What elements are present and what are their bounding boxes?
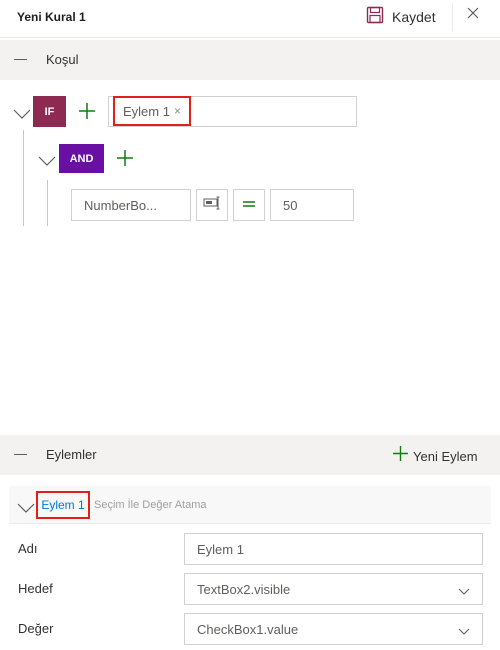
chevron-down-icon[interactable] — [38, 153, 56, 171]
condition-field-input[interactable]: NumberBo... — [71, 189, 191, 221]
equals-icon — [242, 196, 256, 214]
action-name: Eylem 1 — [41, 498, 85, 512]
field-picker-button[interactable] — [196, 189, 228, 221]
save-label: Kaydet — [392, 9, 436, 25]
actions-section-title: Eylemler — [46, 447, 97, 462]
save-icon — [366, 6, 384, 29]
and-block[interactable]: AND — [59, 144, 104, 173]
if-block[interactable]: IF — [33, 96, 66, 127]
close-icon[interactable] — [466, 6, 480, 20]
and-label: AND — [69, 152, 94, 165]
action-chip-label: Eylem 1 — [123, 103, 170, 119]
value-dropdown[interactable]: CheckBox1.value — [184, 613, 483, 645]
value-value: CheckBox1.value — [197, 621, 299, 637]
tree-line — [47, 180, 48, 226]
chevron-down-icon[interactable] — [13, 106, 31, 124]
rule-title: Yeni Kural 1 — [17, 10, 86, 24]
condition-section-header[interactable]: Koşul — [0, 40, 500, 80]
compare-value: 50 — [283, 197, 298, 213]
operator-button[interactable] — [233, 189, 265, 221]
divider — [452, 3, 453, 31]
plus-icon — [393, 446, 408, 466]
minus-icon[interactable] — [14, 59, 27, 60]
plus-icon[interactable] — [117, 150, 133, 166]
condition-field-value: NumberBo... — [84, 197, 157, 213]
remove-chip-icon[interactable]: × — [174, 104, 181, 118]
target-dropdown[interactable]: TextBox2.visible — [184, 573, 483, 605]
panel-header: Yeni Kural 1 Kaydet — [0, 0, 500, 38]
chevron-down-icon[interactable] — [458, 584, 470, 599]
minus-icon[interactable] — [14, 454, 27, 455]
chevron-down-icon[interactable] — [17, 500, 35, 518]
name-label: Adı — [18, 541, 38, 556]
save-button[interactable]: Kaydet — [366, 6, 436, 28]
new-action-label: Yeni Eylem — [413, 448, 478, 464]
name-input[interactable]: Eylem 1 — [184, 533, 483, 565]
value-label: Değer — [18, 621, 54, 636]
action-description: Seçim İle Değer Atama — [94, 499, 207, 511]
target-label: Hedef — [18, 581, 53, 596]
plus-icon[interactable] — [79, 103, 95, 119]
action-chip[interactable]: Eylem 1 × — [113, 96, 191, 126]
compare-value-input[interactable]: 50 — [270, 189, 354, 221]
if-label: IF — [44, 105, 55, 118]
action-name-link[interactable]: Eylem 1 — [36, 491, 90, 519]
tree-line — [23, 130, 24, 226]
chevron-down-icon[interactable] — [458, 624, 470, 639]
target-value: TextBox2.visible — [197, 581, 291, 597]
field-picker-icon — [203, 196, 221, 215]
name-value: Eylem 1 — [197, 541, 244, 557]
condition-section-title: Koşul — [46, 52, 79, 67]
new-action-button[interactable]: Yeni Eylem — [393, 446, 478, 466]
